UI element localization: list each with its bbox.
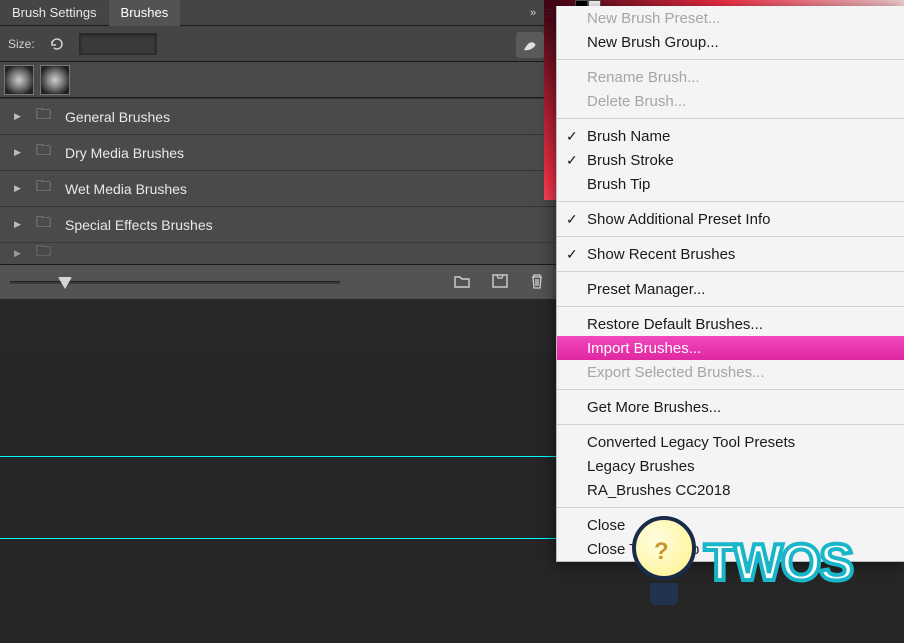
folder-icon: 🗀	[36, 242, 51, 264]
menu-separator	[557, 118, 904, 119]
chevron-right-icon: ▶	[14, 219, 22, 230]
slider-thumb[interactable]	[58, 277, 72, 289]
folder-icon: 🗀	[36, 140, 51, 165]
menu-brush-stroke[interactable]: Brush Stroke	[557, 148, 904, 172]
menu-brush-name[interactable]: Brush Name	[557, 124, 904, 148]
tab-brushes[interactable]: Brushes	[109, 0, 181, 26]
menu-converted-legacy-presets[interactable]: Converted Legacy Tool Presets	[557, 430, 904, 454]
brush-preview-toggle[interactable]	[516, 32, 544, 58]
folder-label: Dry Media Brushes	[65, 145, 184, 161]
new-brush-icon[interactable]	[492, 274, 508, 291]
brush-thumb-2[interactable]	[40, 65, 70, 95]
lightbulb-icon: ?	[632, 516, 700, 611]
menu-get-more-brushes[interactable]: Get More Brushes...	[557, 395, 904, 419]
chevron-right-icon: ▶	[14, 147, 22, 158]
folder-label: Special Effects Brushes	[65, 217, 213, 233]
menu-separator	[557, 271, 904, 272]
expand-collapse-icon[interactable]: »	[530, 7, 536, 19]
logo-text: TWOS	[704, 533, 852, 593]
menu-show-additional-info[interactable]: Show Additional Preset Info	[557, 207, 904, 231]
folder-icon: 🗀	[36, 212, 51, 237]
menu-import-brushes[interactable]: Import Brushes...	[557, 336, 904, 360]
chevron-right-icon: ▶	[14, 248, 22, 259]
folder-label: General Brushes	[65, 109, 170, 125]
menu-restore-default-brushes[interactable]: Restore Default Brushes...	[557, 312, 904, 336]
menu-separator	[557, 507, 904, 508]
menu-separator	[557, 424, 904, 425]
chevron-right-icon: ▶	[14, 183, 22, 194]
new-folder-icon[interactable]	[454, 274, 470, 291]
thumbnail-size-slider[interactable]	[10, 281, 340, 284]
menu-separator	[557, 389, 904, 390]
menu-separator	[557, 201, 904, 202]
watermark-logo: ? TWOS	[632, 513, 902, 613]
menu-preset-manager[interactable]: Preset Manager...	[557, 277, 904, 301]
trash-icon[interactable]	[530, 273, 544, 292]
menu-separator	[557, 236, 904, 237]
folder-icon: 🗀	[36, 176, 51, 201]
menu-separator	[557, 306, 904, 307]
menu-export-selected-brushes: Export Selected Brushes...	[557, 360, 904, 384]
tab-brush-settings[interactable]: Brush Settings	[0, 0, 109, 26]
size-label: Size:	[8, 37, 35, 51]
menu-separator	[557, 59, 904, 60]
menu-legacy-brushes[interactable]: Legacy Brushes	[557, 454, 904, 478]
brush-thumb-1[interactable]	[4, 65, 34, 95]
folder-icon: 🗀	[36, 104, 51, 129]
brushes-panel-menu: New Brush Preset... New Brush Group... R…	[556, 6, 904, 562]
menu-ra-brushes[interactable]: RA_Brushes CC2018	[557, 478, 904, 502]
reset-size-icon[interactable]	[47, 34, 67, 54]
folder-label: Wet Media Brushes	[65, 181, 187, 197]
menu-show-recent-brushes[interactable]: Show Recent Brushes	[557, 242, 904, 266]
menu-new-brush-group[interactable]: New Brush Group...	[557, 30, 904, 54]
menu-delete-brush: Delete Brush...	[557, 89, 904, 113]
menu-new-brush-preset: New Brush Preset...	[557, 6, 904, 30]
menu-brush-tip[interactable]: Brush Tip	[557, 172, 904, 196]
menu-rename-brush: Rename Brush...	[557, 65, 904, 89]
size-input[interactable]	[79, 33, 157, 55]
chevron-right-icon: ▶	[14, 111, 22, 122]
